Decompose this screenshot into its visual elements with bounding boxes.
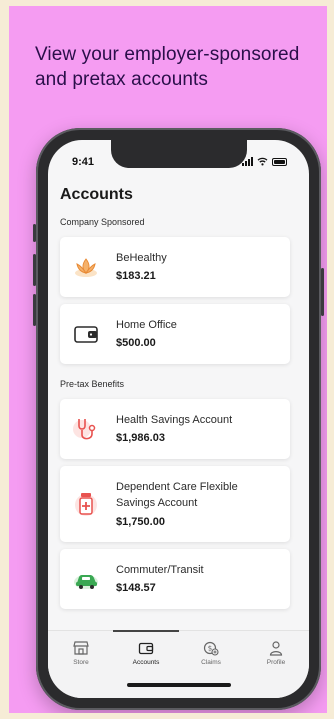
account-card-dependent-care-fsa[interactable]: Dependent Care Flexible Savings Account … — [60, 466, 290, 542]
section-label-company: Company Sponsored — [60, 217, 145, 227]
tab-accounts[interactable]: Accounts — [113, 630, 179, 671]
phone-screen: 9:41 Accounts Company Sponsored BeHealth… — [48, 140, 309, 698]
medicine-bottle-icon — [75, 493, 97, 516]
phone-frame: 9:41 Accounts Company Sponsored BeHealth… — [33, 128, 324, 710]
lotus-icon — [75, 258, 97, 277]
home-indicator[interactable] — [127, 683, 231, 687]
account-name: BeHealthy — [116, 252, 167, 264]
tab-bar: Store Accounts $ Claims Profile — [48, 630, 309, 698]
account-card-behealthy[interactable]: BeHealthy $183.21 — [60, 237, 290, 297]
account-amount: $148.57 — [116, 582, 156, 594]
page-title: Accounts — [60, 186, 133, 203]
tab-label: Accounts — [132, 659, 160, 666]
account-card-commuter-transit[interactable]: Commuter/Transit $148.57 — [60, 549, 290, 609]
phone-side-button — [33, 294, 36, 326]
wallet-icon — [74, 326, 98, 343]
headline: View your employer-sponsored and pretax … — [35, 44, 300, 90]
account-amount: $1,750.00 — [116, 516, 165, 528]
account-name: Dependent Care Flexible Savings Account — [116, 481, 238, 509]
notch — [111, 140, 247, 168]
battery-icon — [272, 157, 287, 166]
tab-label: Profile — [266, 659, 286, 666]
phone-side-button — [33, 224, 36, 242]
account-name: Home Office — [116, 319, 177, 331]
wallet-icon — [138, 642, 154, 655]
wifi-icon — [257, 157, 268, 166]
phone-side-button — [33, 254, 36, 286]
tab-profile[interactable]: Profile — [243, 631, 309, 671]
account-amount: $183.21 — [116, 270, 156, 282]
account-amount: $500.00 — [116, 337, 156, 349]
promo-panel: View your employer-sponsored and pretax … — [9, 6, 327, 713]
account-card-home-office[interactable]: Home Office $500.00 — [60, 304, 290, 364]
signal-icon — [242, 157, 253, 166]
account-name: Health Savings Account — [116, 414, 233, 426]
store-icon — [73, 641, 89, 655]
stethoscope-icon — [73, 419, 96, 440]
account-amount: $1,986.03 — [116, 432, 165, 444]
account-name: Commuter/Transit — [116, 564, 204, 576]
phone-side-button — [321, 268, 324, 316]
tab-label: Claims — [201, 659, 221, 666]
person-icon — [269, 641, 283, 656]
tab-label: Store — [73, 659, 89, 666]
claims-icon: $ — [203, 641, 219, 656]
car-icon — [74, 575, 98, 589]
section-label-pretax: Pre-tax Benefits — [60, 379, 125, 389]
tab-store[interactable]: Store — [48, 631, 114, 671]
account-card-hsa[interactable]: Health Savings Account $1,986.03 — [60, 399, 290, 459]
status-time: 9:41 — [72, 156, 95, 168]
status-icons — [242, 157, 287, 166]
tab-claims[interactable]: $ Claims — [178, 631, 244, 671]
